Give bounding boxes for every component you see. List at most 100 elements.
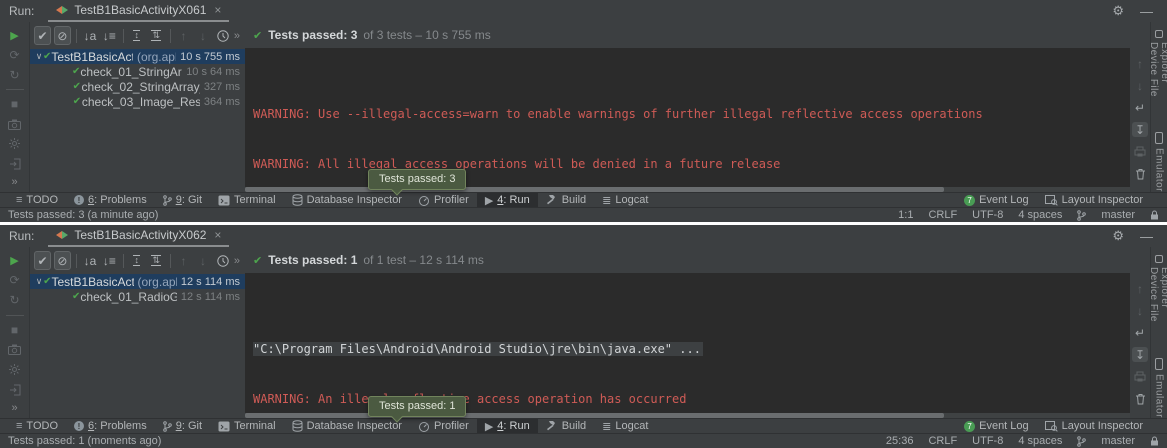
logcat-button[interactable]: ≣Logcat <box>594 193 656 207</box>
test-status-header: ✔ Tests passed: 3 of 3 tests – 10 s 755 … <box>245 22 1130 48</box>
resume-icon[interactable]: ↻ <box>7 293 23 308</box>
profiler-button[interactable]: Profiler <box>410 419 477 433</box>
resume-icon[interactable]: ↻ <box>7 67 23 82</box>
tab-testb1basicactivityx062[interactable]: TestB1BasicActivityX062 × <box>48 225 229 247</box>
event-log-button[interactable]: 7Event Log <box>956 419 1037 433</box>
terminal-button[interactable]: Terminal <box>210 193 284 207</box>
indent-setting[interactable]: 4 spaces <box>1018 435 1062 447</box>
problems-button[interactable]: !6: Problems <box>66 193 155 207</box>
emulator-icon <box>1155 132 1163 144</box>
line-endings[interactable]: CRLF <box>928 435 957 447</box>
emulator-button[interactable]: Emulator <box>1154 358 1165 418</box>
scroll-to-end-icon[interactable]: ↧ <box>1132 347 1148 362</box>
emulator-button[interactable]: Emulator <box>1154 132 1165 192</box>
scroll-down-icon: ↓ <box>1132 78 1148 93</box>
problems-button[interactable]: !6: Problems <box>66 419 155 433</box>
tree-row-test[interactable]: ✔ check_01_StringArray_Distance 10 s 64 … <box>30 64 245 79</box>
minimize-icon[interactable]: — <box>1140 4 1153 19</box>
stop-icon: ■ <box>7 97 23 112</box>
run-label: Run: <box>9 229 34 243</box>
lock-icon <box>1150 436 1159 446</box>
toolbar-more-icon[interactable]: » <box>234 30 240 42</box>
tree-row-test[interactable]: ✔ check_01_RadioGroupChange 12 s 114 ms <box>30 289 245 304</box>
rerun-failed-tests-icon[interactable]: ⟳ <box>7 273 23 288</box>
more-options-icon[interactable]: » <box>11 402 17 414</box>
sort-by-duration-button[interactable]: ↓≡ <box>101 251 118 270</box>
rerun-button[interactable]: ▶ <box>7 253 23 268</box>
database-inspector-button[interactable]: Database Inspector <box>284 419 410 433</box>
show-ignored-button[interactable]: ⊘ <box>54 26 71 45</box>
device-file-explorer-button[interactable]: Device File Explorer <box>1148 30 1167 103</box>
event-log-button[interactable]: 7Event Log <box>956 193 1037 207</box>
todo-button[interactable]: ≡TODO <box>8 193 66 207</box>
git-branch-name[interactable]: master <box>1101 209 1135 221</box>
file-encoding[interactable]: UTF-8 <box>972 209 1003 221</box>
line-endings[interactable]: CRLF <box>928 209 957 221</box>
test-history-icon[interactable] <box>214 251 231 270</box>
indent-setting[interactable]: 4 spaces <box>1018 209 1062 221</box>
show-passed-button[interactable]: ✔ <box>34 251 51 270</box>
import-test-results-icon[interactable] <box>7 382 23 397</box>
toolbar-more-icon[interactable]: » <box>234 255 240 267</box>
emulator-label: Emulator <box>1154 148 1165 192</box>
close-icon[interactable]: × <box>214 228 221 242</box>
import-test-results-icon[interactable] <box>7 156 23 171</box>
clear-console-icon[interactable] <box>1132 391 1148 406</box>
collapse-all-button[interactable]: ⇅ <box>148 251 165 270</box>
tree-row-test[interactable]: ✔ check_03_Image_Resources 364 ms <box>30 94 245 109</box>
screenshot-icon <box>7 342 23 357</box>
run-label: Run: <box>9 4 34 18</box>
todo-button[interactable]: ≡TODO <box>8 419 66 433</box>
test-duration: 12 s 114 ms <box>177 291 240 303</box>
database-inspector-button[interactable]: Database Inspector <box>284 193 410 207</box>
run-button[interactable]: ▶4: Run <box>477 193 538 207</box>
rerun-failed-tests-icon[interactable]: ⟳ <box>7 48 23 63</box>
profiler-button[interactable]: Profiler <box>410 193 477 207</box>
scrollbar-thumb[interactable] <box>245 187 944 192</box>
tree-row-root[interactable]: ∨ ✔ TestB1BasicActivityX062 (org.aplas.b… <box>30 274 245 289</box>
file-encoding[interactable]: UTF-8 <box>972 435 1003 447</box>
more-options-icon[interactable]: » <box>11 176 17 188</box>
layout-inspector-button[interactable]: Layout Inspector <box>1037 193 1151 207</box>
sort-alphabetically-button[interactable]: ↓a <box>82 251 99 270</box>
git-branch-name[interactable]: master <box>1101 435 1135 447</box>
test-status-header: ✔ Tests passed: 1 of 1 test – 12 s 114 m… <box>245 247 1130 273</box>
layout-inspector-button[interactable]: Layout Inspector <box>1037 419 1151 433</box>
gear-icon[interactable]: ⚙ <box>1112 3 1124 19</box>
run-button[interactable]: ▶4: Run <box>477 419 538 433</box>
scroll-to-end-icon[interactable]: ↧ <box>1132 122 1148 137</box>
chevron-down-icon[interactable]: ∨ <box>35 276 43 287</box>
scrollbar-thumb[interactable] <box>245 413 944 418</box>
build-button[interactable]: Build <box>538 193 594 207</box>
minimize-icon[interactable]: — <box>1140 229 1153 244</box>
clear-console-icon[interactable] <box>1132 166 1148 181</box>
sort-alphabetically-button[interactable]: ↓a <box>82 26 99 45</box>
git-button[interactable]: 9: Git <box>155 419 210 433</box>
test-history-icon[interactable] <box>214 26 231 45</box>
caret-position[interactable]: 25:36 <box>886 435 914 447</box>
sort-by-duration-button[interactable]: ↓≡ <box>101 26 118 45</box>
tests-passed-summary: Tests passed: 3 <box>268 28 357 42</box>
chevron-down-icon[interactable]: ∨ <box>35 51 43 62</box>
test-tree-pane: ✔ ⊘ ↓a ↓≡ ↕ ⇅ ↑ ↓ » ∨ ✔ TestB1BasicActiv… <box>30 247 245 418</box>
collapse-all-button[interactable]: ⇅ <box>148 26 165 45</box>
build-button[interactable]: Build <box>538 419 594 433</box>
show-ignored-button[interactable]: ⊘ <box>54 251 71 270</box>
expand-all-button[interactable]: ↕ <box>128 251 145 270</box>
soft-wrap-icon[interactable]: ↵ <box>1132 100 1148 115</box>
expand-all-button[interactable]: ↕ <box>128 26 145 45</box>
gear-icon[interactable]: ⚙ <box>1112 228 1124 244</box>
tab-testb1basicactivityx061[interactable]: TestB1BasicActivityX061 × <box>48 0 229 22</box>
tree-row-root[interactable]: ∨ ✔ TestB1BasicActivityX061 (org.aplas.b… <box>30 49 245 64</box>
rerun-button[interactable]: ▶ <box>7 28 23 43</box>
git-button[interactable]: 9: Git <box>155 193 210 207</box>
device-file-explorer-button[interactable]: Device File Explorer <box>1148 255 1167 329</box>
logcat-button[interactable]: ≣Logcat <box>594 419 656 433</box>
caret-position[interactable]: 1:1 <box>898 209 913 221</box>
soft-wrap-icon[interactable]: ↵ <box>1132 325 1148 340</box>
test-duration: 10 s 64 ms <box>182 66 240 78</box>
tree-row-test[interactable]: ✔ check_02_StringArray_Weight 327 ms <box>30 79 245 94</box>
close-icon[interactable]: × <box>214 3 221 17</box>
show-passed-button[interactable]: ✔ <box>34 26 51 45</box>
terminal-button[interactable]: Terminal <box>210 419 284 433</box>
